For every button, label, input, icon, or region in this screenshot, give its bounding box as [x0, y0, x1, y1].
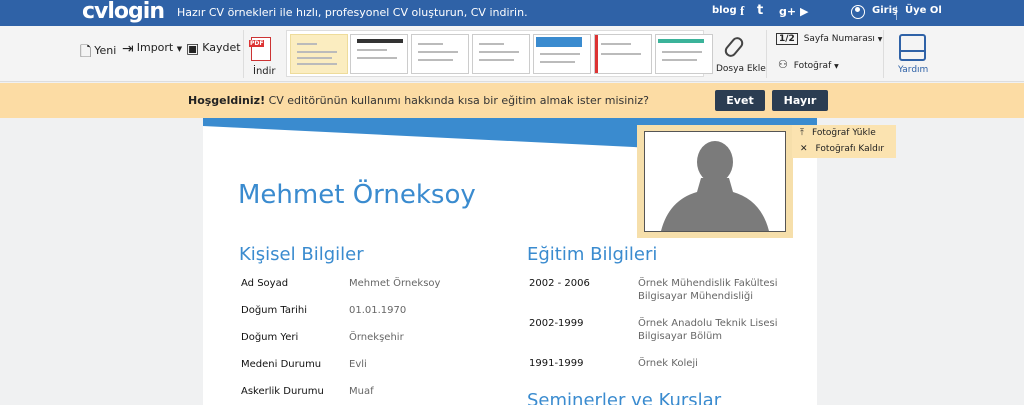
facebook-icon[interactable]: f — [740, 3, 744, 19]
import-icon: ⇥ — [122, 41, 134, 57]
template-thumb[interactable] — [350, 34, 408, 74]
upload-photo-label: Fotoğraf Yükle — [811, 128, 876, 138]
tagline: Hazır CV örnekleri ile hızlı, profesyone… — [177, 6, 528, 19]
personal-value[interactable]: 01.01.1970 — [349, 305, 406, 316]
welcome-bold: Hoşgeldiniz! — [188, 94, 266, 107]
education-line: Örnek Mühendislik Fakültesi — [638, 278, 778, 289]
personal-label[interactable]: Ad Soyad — [241, 278, 288, 289]
page-number-label: Sayfa Numarası — [803, 34, 875, 44]
attach-label: Dosya Ekle — [716, 64, 766, 74]
remove-photo-label: Fotoğrafı Kaldır — [815, 144, 885, 154]
personal-info-heading[interactable]: Kişisel Bilgiler — [239, 244, 364, 265]
education-detail[interactable]: Örnek Anadolu Teknik Lisesi Bilgisayar Bö… — [638, 317, 777, 343]
floppy-icon: ▣ — [186, 41, 200, 57]
person-silhouette-icon — [661, 141, 769, 231]
help-button[interactable]: Yardım — [894, 32, 934, 78]
personal-label[interactable]: Medeni Durumu — [241, 359, 321, 370]
editor-toolbar: 🗋 Yeni ⇥ Import ▼ ▣ Kaydet PDF İndir Dosya … — [0, 26, 1024, 82]
template-thumb[interactable] — [655, 34, 713, 74]
import-button[interactable]: ⇥ Import ▼ — [122, 41, 182, 57]
caret-down-icon: ▼ — [176, 45, 183, 53]
template-thumb[interactable] — [411, 34, 469, 74]
import-label: Import — [136, 41, 174, 54]
upload-icon: ⤒ — [800, 128, 804, 138]
personal-value[interactable]: Muaf — [349, 386, 374, 397]
new-button[interactable]: 🗋 Yeni — [80, 41, 116, 65]
youtube-icon[interactable]: ▶ — [800, 5, 808, 18]
twitter-icon[interactable]: t — [757, 3, 763, 18]
education-detail[interactable]: Örnek Koleji — [638, 357, 698, 370]
new-label: Yeni — [94, 44, 117, 57]
education-years[interactable]: 1991-1999 — [529, 358, 584, 369]
blog-link[interactable]: blog — [712, 5, 737, 16]
education-line: Örnek Anadolu Teknik Lisesi — [638, 318, 778, 329]
save-label: Kaydet — [202, 41, 241, 54]
save-button[interactable]: ▣ Kaydet — [186, 41, 241, 57]
divider — [896, 6, 897, 20]
person-icon: ⚇ — [778, 58, 788, 71]
user-circle-icon — [851, 5, 865, 19]
no-button[interactable]: Hayır — [772, 90, 828, 111]
help-icon — [899, 34, 926, 61]
page-number-icon: 1/2 — [776, 33, 798, 45]
download-label: İndir — [253, 66, 276, 77]
paperclip-icon — [722, 34, 746, 60]
file-icon: 🗋 — [80, 44, 92, 60]
remove-photo-item[interactable]: ✕ Fotoğrafı Kaldır — [800, 144, 884, 154]
cvlogin-logo[interactable]: cvlogin — [82, 0, 165, 24]
login-link[interactable]: Giriş — [872, 5, 898, 16]
upload-photo-item[interactable]: ⤒ Fotoğraf Yükle — [800, 128, 876, 138]
template-thumb[interactable] — [594, 34, 652, 74]
profile-photo[interactable] — [644, 131, 786, 232]
template-thumbnails — [286, 30, 713, 77]
education-years[interactable]: 2002-1999 — [529, 318, 584, 329]
template-thumb[interactable] — [290, 34, 348, 74]
personal-value[interactable]: Evli — [349, 359, 367, 370]
seminars-heading[interactable]: Seminerler ve Kurslar — [527, 390, 721, 405]
personal-label[interactable]: Askerlik Durumu — [241, 386, 324, 397]
personal-label[interactable]: Doğum Tarihi — [241, 305, 307, 316]
download-button[interactable]: PDF İndir — [249, 35, 276, 79]
page-number-button[interactable]: 1/2 Sayfa Numarası ▼ — [776, 33, 883, 45]
personal-value[interactable]: Örnekşehir — [349, 332, 404, 343]
toolbar-divider — [243, 30, 244, 78]
education-line: Örnek Koleji — [638, 358, 698, 369]
photo-menu: ⤒ Fotoğraf Yükle ✕ Fotoğrafı Kaldır — [792, 125, 896, 158]
photo-label: Fotoğraf — [793, 61, 832, 71]
pdf-badge: PDF — [249, 40, 265, 47]
top-navbar: cvlogin Hazır CV örnekleri ile hızlı, pr… — [0, 0, 1024, 26]
personal-value[interactable]: Mehmet Örneksoy — [349, 278, 440, 289]
education-line: Bilgisayar Bölüm — [638, 331, 723, 342]
attach-file-button[interactable]: Dosya Ekle — [714, 34, 766, 78]
welcome-text: CV editörünün kullanımı hakkında kısa bi… — [265, 94, 649, 107]
google-plus-icon[interactable]: g+ — [779, 5, 796, 18]
personal-label[interactable]: Doğum Yeri — [241, 332, 298, 343]
template-thumb[interactable] — [533, 34, 591, 74]
caret-down-icon: ▼ — [877, 36, 883, 43]
welcome-banner: Hoşgeldiniz! CV editörünün kullanımı hak… — [0, 83, 1024, 118]
template-thumb[interactable] — [472, 34, 530, 74]
help-label: Yardım — [898, 65, 929, 75]
close-icon: ✕ — [800, 144, 808, 154]
pdf-icon: PDF — [249, 37, 271, 61]
welcome-message: Hoşgeldiniz! CV editörünün kullanımı hak… — [188, 94, 649, 107]
education-detail[interactable]: Örnek Mühendislik Fakültesi Bilgisayar Mü… — [638, 277, 778, 303]
education-heading[interactable]: Eğitim Bilgileri — [527, 244, 657, 265]
toolbar-divider — [883, 30, 884, 78]
caret-down-icon: ▼ — [834, 63, 839, 70]
photo-button[interactable]: ⚇ Fotoğraf ▼ — [778, 58, 839, 71]
signup-link[interactable]: Üye Ol — [905, 5, 942, 16]
education-years[interactable]: 2002 - 2006 — [529, 278, 590, 289]
education-line: Bilgisayar Mühendisliği — [638, 291, 754, 302]
cv-name[interactable]: Mehmet Örneksoy — [238, 180, 476, 210]
yes-button[interactable]: Evet — [715, 90, 765, 111]
toolbar-divider — [766, 30, 767, 78]
